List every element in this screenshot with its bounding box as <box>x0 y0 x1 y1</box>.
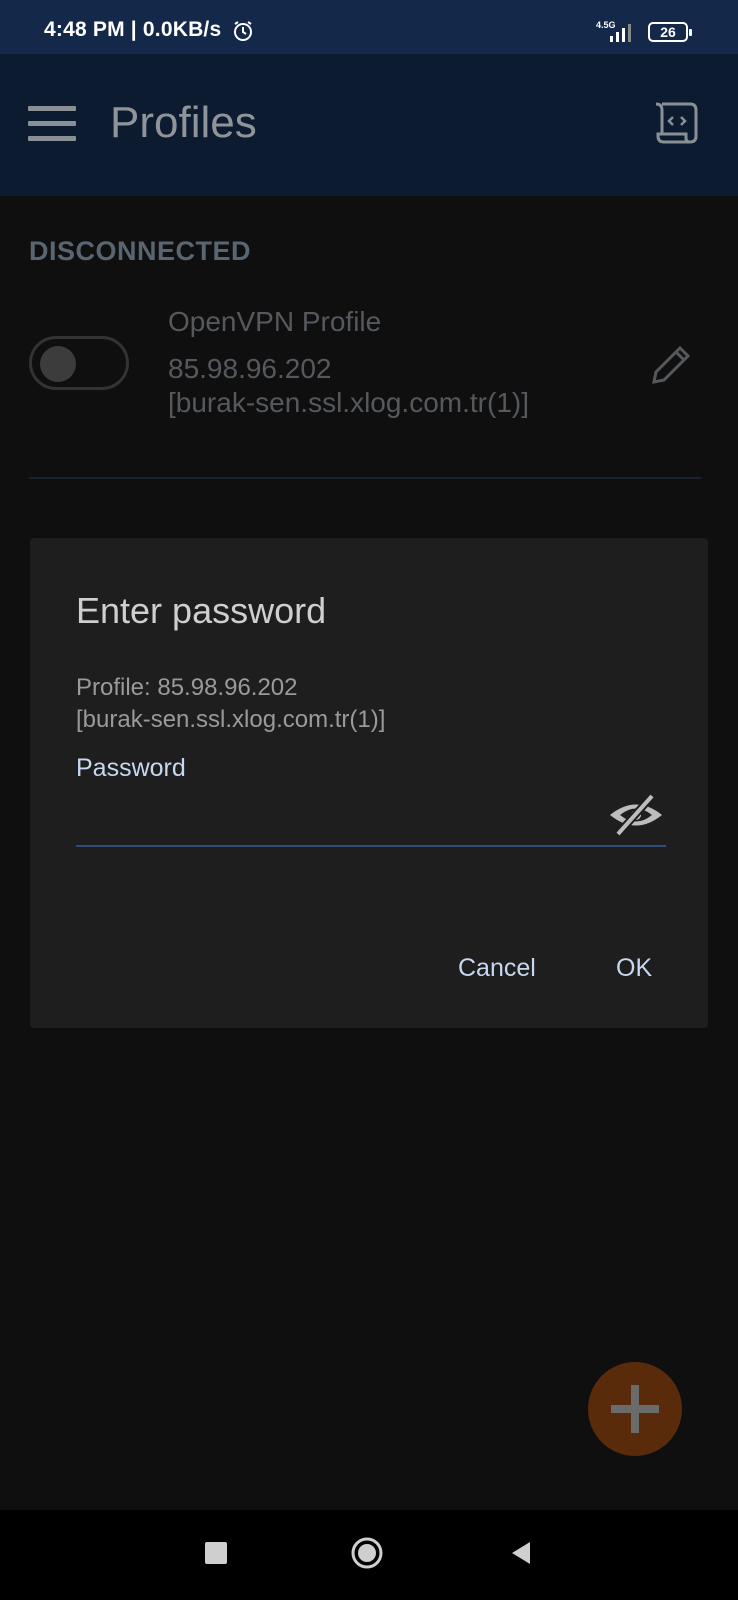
add-profile-button[interactable] <box>588 1362 682 1456</box>
dialog-message-line1: Profile: 85.98.96.202 <box>76 674 298 701</box>
profile-connect-toggle[interactable] <box>29 336 129 390</box>
page-title: Profiles <box>110 98 257 147</box>
visibility-off-icon[interactable] <box>606 790 666 840</box>
system-nav-bar <box>0 1510 738 1600</box>
ok-button[interactable]: OK <box>616 954 652 983</box>
dialog-title: Enter password <box>76 590 327 631</box>
connection-status-header: DISCONNECTED <box>29 236 252 266</box>
status-time: 4:48 PM | 0.0KB/s <box>44 18 222 41</box>
home-circle-icon[interactable] <box>350 1536 384 1570</box>
profile-host-address: 85.98.96.202 <box>168 353 332 384</box>
recents-square-icon[interactable] <box>205 1542 227 1564</box>
dialog-message: Profile: 85.98.96.202 [burak-sen.ssl.xlo… <box>76 672 385 736</box>
profile-name[interactable]: OpenVPN Profile <box>168 306 381 338</box>
alarm-icon <box>234 21 252 41</box>
password-input-underline <box>76 845 666 847</box>
status-bar: 4:48 PM | 0.0KB/s 4.5G 26 <box>0 0 738 54</box>
app-bar: Profiles <box>0 54 738 196</box>
hamburger-menu-icon[interactable] <box>28 106 76 142</box>
script-code-icon[interactable] <box>652 100 702 146</box>
cancel-button[interactable]: Cancel <box>458 954 536 983</box>
profile-host-name: [burak-sen.ssl.xlog.com.tr(1)] <box>168 387 529 418</box>
dialog-message-line2: [burak-sen.ssl.xlog.com.tr(1)] <box>76 706 386 733</box>
password-dialog: Enter password Profile: 85.98.96.202 [bu… <box>30 538 708 1028</box>
password-input[interactable] <box>76 800 620 842</box>
back-triangle-icon[interactable] <box>508 1540 534 1566</box>
toggle-knob <box>40 346 76 382</box>
profile-host[interactable]: 85.98.96.202 [burak-sen.ssl.xlog.com.tr(… <box>168 352 529 420</box>
password-field-label: Password <box>76 754 186 782</box>
plus-icon <box>611 1385 659 1433</box>
signal-icon <box>610 24 631 42</box>
battery-indicator: 26 <box>648 22 692 42</box>
edit-pencil-icon[interactable] <box>648 340 696 388</box>
list-divider <box>29 477 701 479</box>
